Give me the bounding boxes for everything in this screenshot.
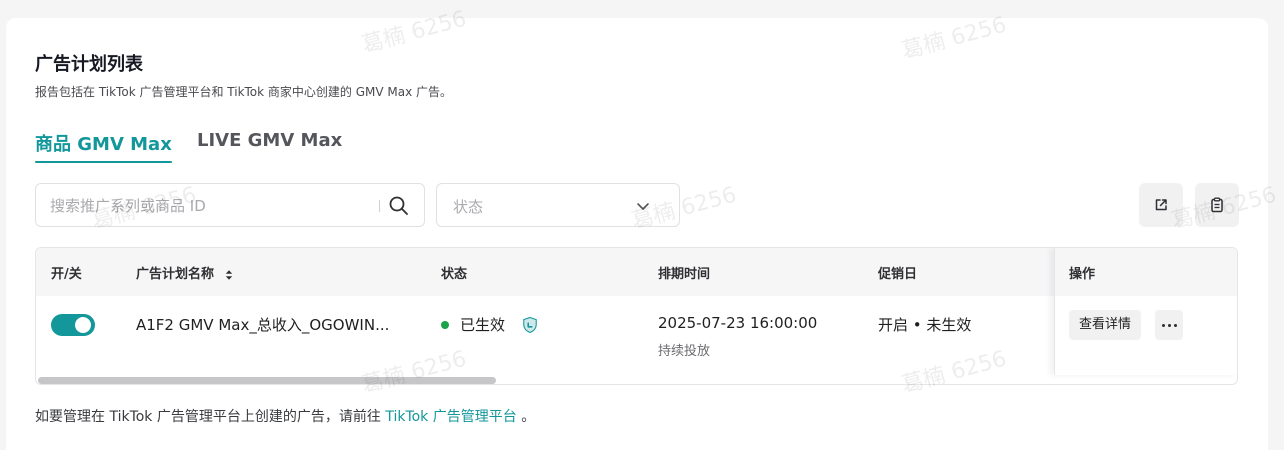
actions-header: 操作 — [1055, 248, 1237, 296]
column-header-toggle: 开/关 — [51, 267, 82, 282]
status-select[interactable]: 状态 — [436, 183, 680, 227]
more-dot — [1168, 324, 1171, 327]
page-subtitle: 报告包括在 TikTok 广告管理平台和 TikTok 商家中心创建的 GMV … — [35, 85, 453, 99]
footer-text: 如要管理在 TikTok 广告管理平台上创建的广告，请前往 — [35, 409, 381, 425]
search-icon[interactable] — [388, 195, 410, 217]
ads-manager-link[interactable]: TikTok 广告管理平台 — [385, 409, 516, 425]
status-select-placeholder: 状态 — [453, 198, 484, 216]
ad-plan-table: 开/关 广告计划名称 状态 排期时间 促销日 A1F2 GMV Max_总收入_… — [35, 247, 1238, 385]
toggle-knob — [75, 317, 91, 333]
tab-label: LIVE GMV Max — [197, 130, 343, 151]
column-header-name[interactable]: 广告计划名称 — [136, 263, 233, 282]
column-header-promo: 促销日 — [878, 267, 918, 282]
footer-text-end: 。 — [521, 409, 536, 425]
footer-note: 如要管理在 TikTok 广告管理平台上创建的广告，请前往 TikTok 广告管… — [35, 406, 535, 426]
horizontal-scrollbar[interactable] — [36, 375, 1237, 384]
column-header-actions: 操作 — [1069, 267, 1096, 282]
page-title: 广告计划列表 — [35, 54, 143, 75]
external-link-icon — [1155, 199, 1167, 211]
campaign-name-link[interactable]: A1F2 GMV Max_总收入_OGOWIN... — [136, 314, 389, 335]
campaign-toggle[interactable] — [51, 314, 95, 336]
tab-product-gmv-max[interactable]: 商品 GMV Max — [35, 130, 172, 163]
column-header-name-label: 广告计划名称 — [136, 267, 215, 282]
active-tab-indicator — [35, 161, 172, 163]
sort-icon[interactable] — [225, 269, 233, 281]
status-dot — [441, 321, 449, 329]
column-header-schedule: 排期时间 — [658, 267, 711, 282]
clipboard-button[interactable] — [1195, 183, 1239, 227]
clipboard-icon — [1211, 197, 1223, 213]
more-options-button[interactable] — [1155, 310, 1183, 340]
schedule-subtext: 持续投放 — [658, 344, 711, 359]
chevron-down-icon — [637, 203, 649, 210]
search-input[interactable] — [50, 195, 370, 217]
actions-column: 操作 查看详情 — [1054, 248, 1237, 375]
shield-check-icon — [523, 316, 537, 334]
schedule-start: 2025-07-23 16:00:00 — [658, 314, 818, 332]
search-box — [35, 183, 425, 227]
more-dot — [1162, 324, 1165, 327]
scrollbar-thumb[interactable] — [38, 377, 496, 384]
more-dot — [1174, 324, 1177, 327]
promo-status: 开启 • 未生效 — [878, 316, 972, 334]
search-divider — [379, 200, 380, 212]
column-header-status: 状态 — [441, 267, 468, 282]
tab-live-gmv-max[interactable]: LIVE GMV Max — [197, 130, 342, 151]
view-details-button[interactable]: 查看详情 — [1069, 310, 1142, 340]
status-text: 已生效 — [460, 316, 506, 334]
ad-plan-list-card: 广告计划列表 报告包括在 TikTok 广告管理平台和 TikTok 商家中心创… — [6, 18, 1268, 450]
tab-label: 商品 GMV Max — [35, 134, 172, 155]
export-button[interactable] — [1139, 183, 1183, 227]
